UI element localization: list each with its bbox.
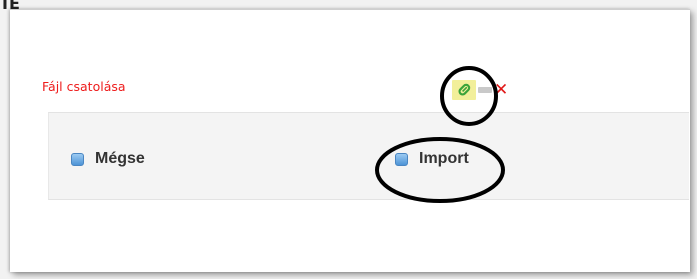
button-square-icon [395, 152, 408, 166]
delete-icon[interactable]: ✕ [494, 81, 508, 99]
attachment-toolbar: ✕ [452, 78, 508, 102]
import-button-label: Import [419, 150, 469, 167]
paperclip-icon[interactable] [452, 80, 476, 100]
button-square-icon [71, 152, 84, 166]
bar-icon[interactable] [478, 87, 492, 93]
import-button[interactable]: Import [395, 150, 469, 168]
cancel-button-label: Mégse [95, 150, 145, 167]
cancel-button[interactable]: Mégse [71, 150, 145, 168]
button-bar: Mégse Import [48, 112, 689, 200]
attach-file-label: Fájl csatolása [42, 79, 126, 94]
paperclip-glyph [458, 83, 471, 96]
